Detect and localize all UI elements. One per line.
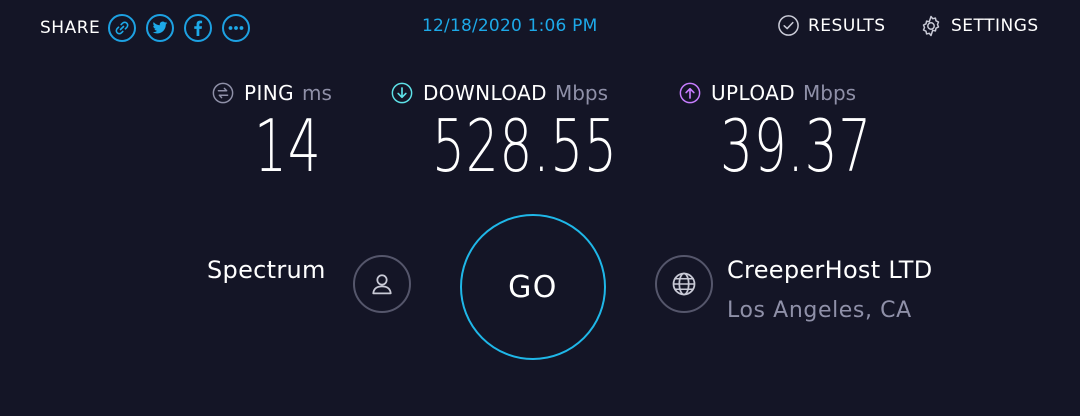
ping-unit: ms	[302, 81, 332, 105]
results-label: RESULTS	[808, 15, 886, 36]
facebook-icon	[194, 20, 203, 36]
share-label: SHARE	[40, 18, 101, 38]
globe-icon	[672, 272, 696, 296]
isp-name: Spectrum	[207, 256, 326, 284]
test-timestamp: 12/18/2020 1:06 PM	[422, 16, 598, 36]
isp-user-button[interactable]	[353, 255, 411, 313]
download-arrow-icon	[391, 82, 413, 104]
download-label: DOWNLOAD	[423, 81, 547, 105]
upload-metric: UPLOAD Mbps	[679, 80, 856, 106]
user-icon	[372, 274, 392, 295]
download-value: 528.55	[432, 104, 618, 188]
ping-label: PING	[244, 81, 295, 105]
share-more-button[interactable]	[222, 14, 251, 42]
settings-label: SETTINGS	[951, 16, 1039, 36]
go-button[interactable]: GO	[460, 214, 606, 360]
download-unit: Mbps	[554, 81, 609, 105]
download-metric: DOWNLOAD Mbps	[391, 80, 608, 106]
speedtest-result-panel: SHARE 12/18/2020 1:06 PM RESULTS SETTING…	[0, 0, 1080, 416]
server-name-link[interactable]: CreeperHost LTD	[727, 256, 932, 284]
settings-link[interactable]: SETTINGS	[919, 14, 1039, 38]
ping-value: 14	[254, 104, 322, 188]
upload-arrow-icon	[679, 82, 701, 104]
check-circle-icon	[778, 15, 799, 36]
share-facebook-button[interactable]	[184, 14, 213, 42]
link-icon	[115, 21, 129, 35]
results-link[interactable]: RESULTS	[777, 14, 886, 37]
twitter-icon	[152, 21, 168, 34]
server-location: Los Angeles, CA	[727, 298, 912, 323]
upload-unit: Mbps	[803, 81, 857, 105]
share-link-button[interactable]	[108, 14, 137, 42]
ping-metric: PING ms	[212, 80, 332, 106]
server-globe-button[interactable]	[655, 255, 713, 313]
gear-icon	[922, 15, 940, 37]
upload-value: 39.37	[720, 104, 873, 188]
share-bar: SHARE	[40, 12, 260, 44]
share-twitter-button[interactable]	[146, 14, 175, 42]
upload-label: UPLOAD	[711, 81, 796, 105]
go-label: GO	[508, 269, 558, 305]
ping-icon	[212, 82, 234, 104]
more-icon	[228, 26, 244, 30]
